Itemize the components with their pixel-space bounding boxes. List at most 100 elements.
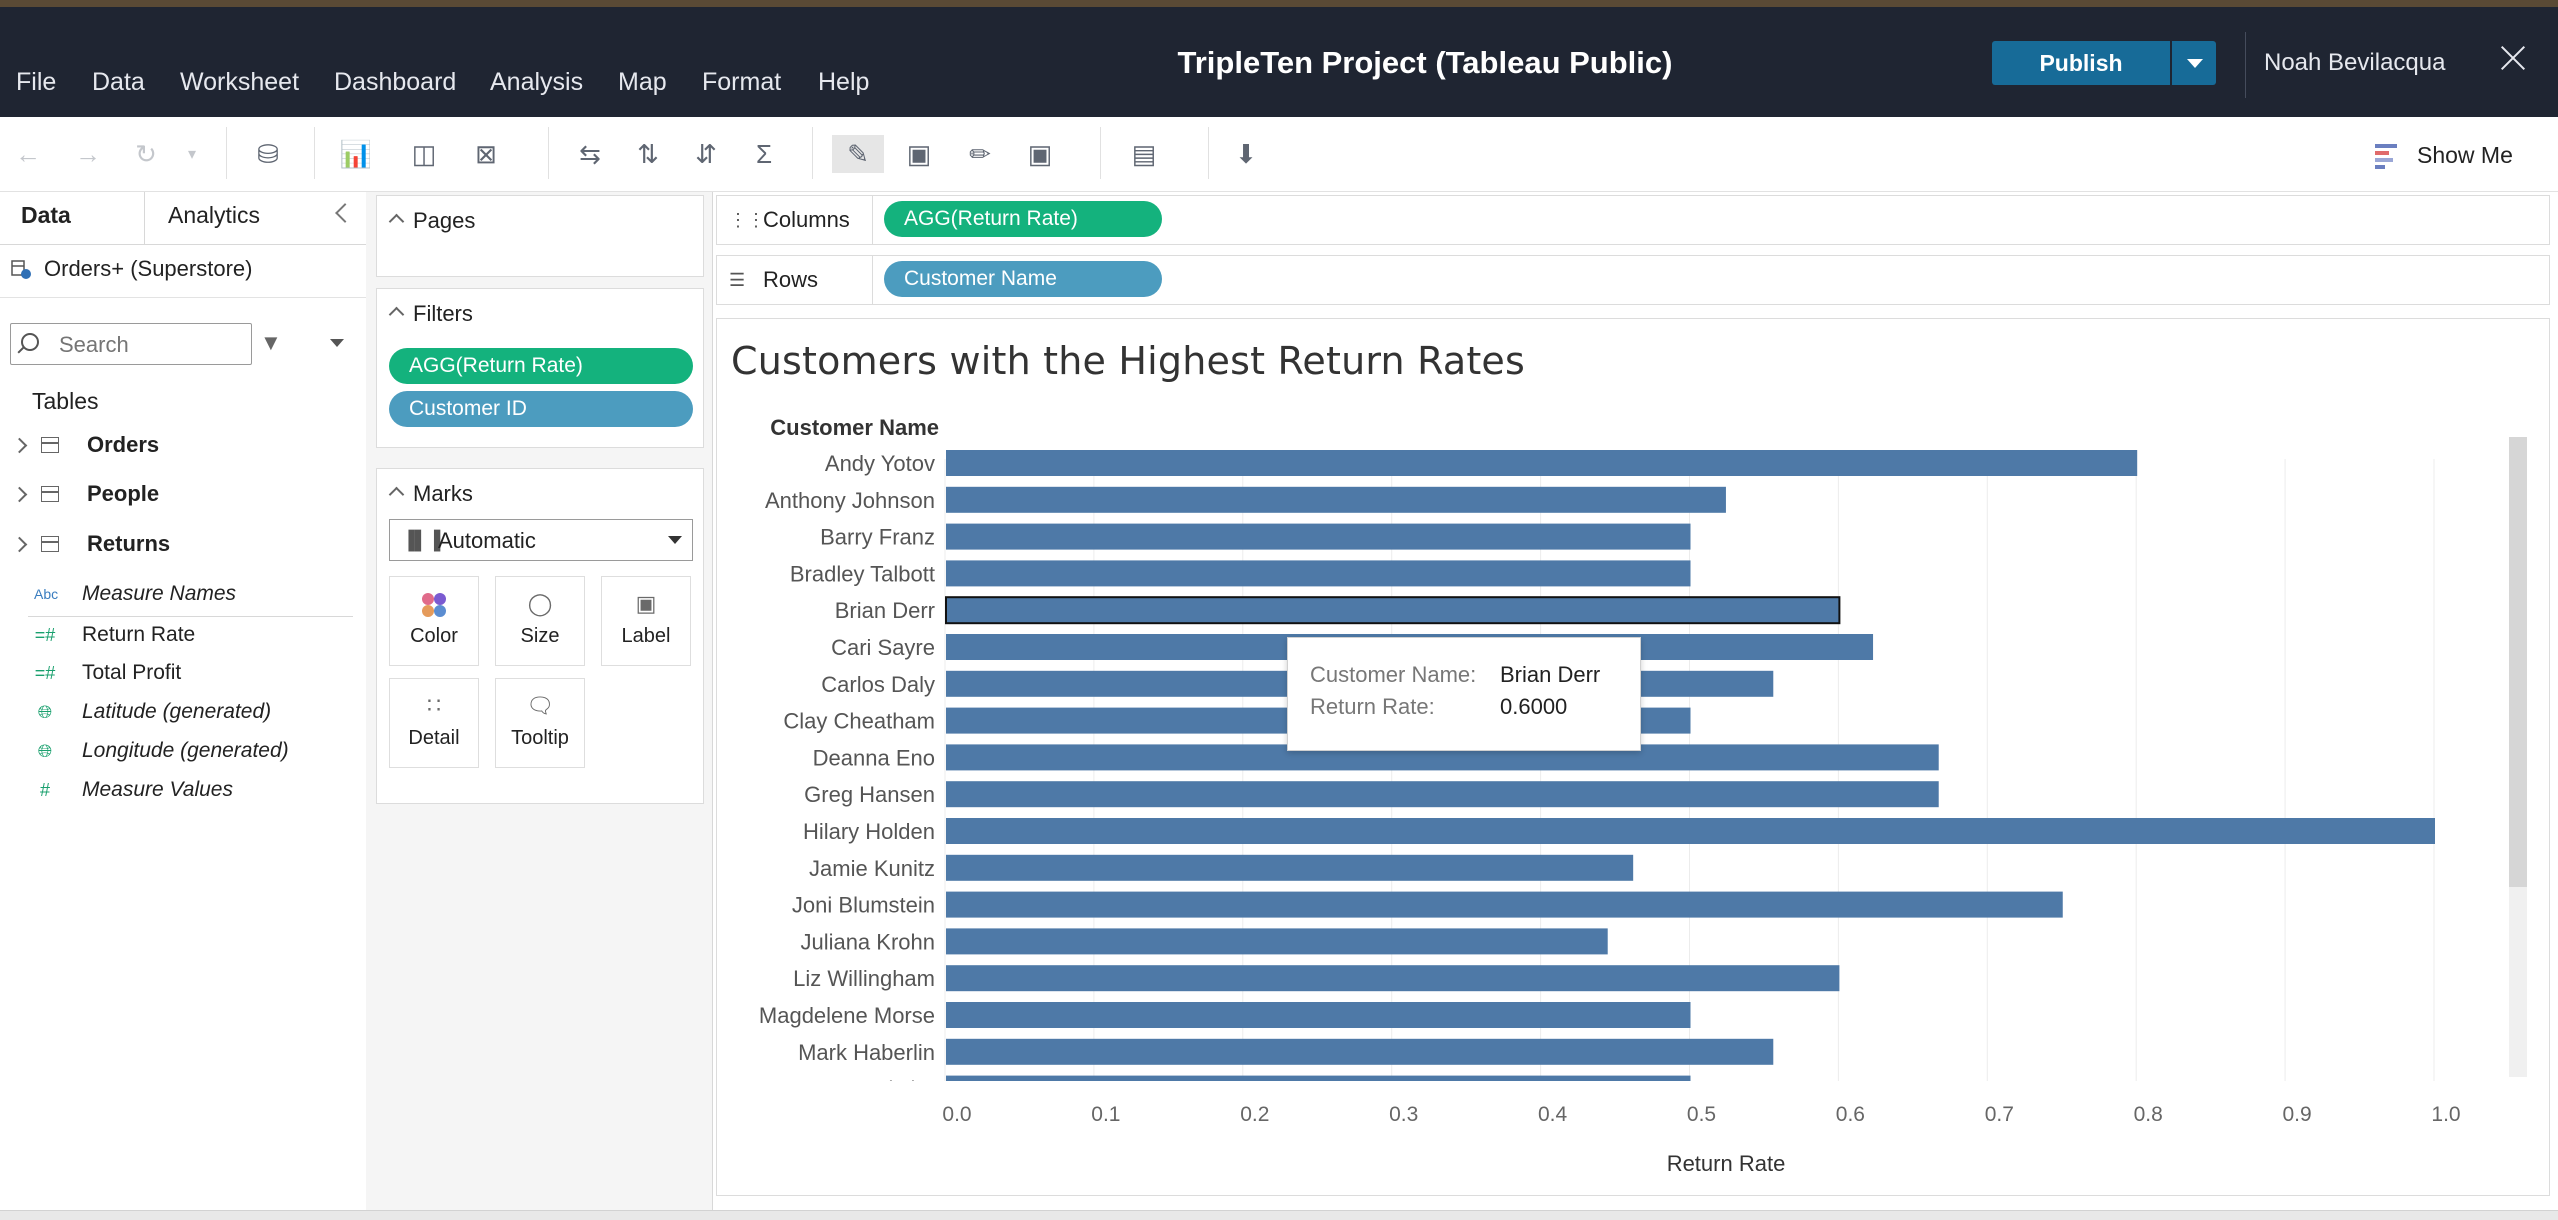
menu-item-analysis[interactable]: Analysis [490, 68, 583, 97]
replay-dropdown-icon[interactable]: ▾ [172, 135, 212, 173]
totals-icon[interactable]: Σ [744, 135, 784, 173]
category-label[interactable]: Andy Yotov [825, 451, 935, 476]
new-worksheet-icon[interactable]: 📊 [336, 135, 376, 173]
category-label[interactable]: Clay Cheatham [783, 709, 935, 734]
columns-pill-return-rate[interactable]: AGG(Return Rate) [884, 201, 1162, 237]
category-label[interactable]: Jamie Kunitz [809, 856, 935, 881]
category-label[interactable]: Carlos Daly [821, 672, 935, 697]
category-label[interactable]: Anthony Johnson [765, 488, 935, 513]
bar[interactable] [946, 560, 1691, 587]
category-label[interactable]: Greg Hansen [804, 782, 935, 807]
collapse-pane-icon[interactable] [335, 203, 355, 223]
category-label[interactable]: Liz Willingham [793, 966, 935, 991]
tab-analytics[interactable]: Analytics [168, 202, 260, 229]
filters-card[interactable]: Filters AGG(Return Rate) Customer ID [376, 288, 704, 448]
bar[interactable] [946, 854, 1634, 881]
highlight-icon[interactable]: ✎ [832, 135, 884, 173]
detail-button[interactable]: ∷ Detail [389, 678, 479, 768]
rows-pill-customer-name[interactable]: Customer Name [884, 261, 1162, 297]
field-measure-values[interactable]: # Measure Values [34, 778, 233, 802]
close-icon[interactable] [2496, 40, 2530, 74]
redo-icon[interactable]: → [68, 135, 108, 173]
swap-rows-columns-icon[interactable]: ⇆ [570, 135, 610, 173]
search-input[interactable] [59, 332, 239, 358]
publish-dropdown-icon[interactable] [2172, 41, 2216, 85]
field-longitude[interactable]: 🌐︎ Longitude (generated) [34, 739, 289, 763]
search-box[interactable] [10, 323, 252, 365]
category-label[interactable]: Magdelene Morse [759, 1003, 935, 1028]
vertical-scrollbar[interactable] [2509, 437, 2527, 887]
new-datasource-icon[interactable]: ⛁ [248, 135, 288, 173]
chevron-up-icon[interactable] [388, 486, 405, 503]
undo-icon[interactable]: ← [8, 135, 48, 173]
color-button[interactable]: Color [389, 576, 479, 666]
bar[interactable] [946, 781, 1939, 808]
category-label[interactable]: Maureen Fritzler [775, 1077, 935, 1102]
menu-item-data[interactable]: Data [92, 68, 145, 97]
replay-icon[interactable]: ↻ [126, 135, 166, 173]
sort-ascending-icon[interactable]: ⇅ [628, 135, 668, 173]
tooltip-button[interactable]: 🗨︎ Tooltip [495, 678, 585, 768]
menu-item-dashboard[interactable]: Dashboard [334, 68, 456, 97]
show-me-button[interactable]: Show Me [2375, 139, 2513, 171]
show-labels-icon[interactable]: ▣ [899, 135, 939, 173]
bar[interactable] [946, 965, 1840, 992]
bar[interactable] [946, 1075, 1691, 1102]
category-label[interactable]: Barry Franz [820, 525, 935, 550]
bar[interactable] [946, 818, 2435, 844]
category-label[interactable]: Brian Derr [835, 598, 935, 623]
menu-item-map[interactable]: Map [618, 68, 667, 97]
clear-sheet-icon[interactable]: ⊠ [466, 135, 506, 173]
menu-item-help[interactable]: Help [818, 68, 869, 97]
pages-card[interactable]: Pages [376, 195, 704, 277]
table-item-returns[interactable]: Returns [11, 531, 170, 557]
category-label[interactable]: Deanna Eno [813, 745, 935, 770]
filter-pill-customer-id[interactable]: Customer ID [389, 391, 693, 427]
mark-type-select[interactable]: ▐▌▐ Automatic [389, 519, 693, 561]
bar[interactable] [946, 1038, 1774, 1065]
category-label[interactable]: Joni Blumstein [792, 893, 935, 918]
publish-button[interactable]: Publish [1992, 41, 2170, 85]
bar[interactable] [946, 523, 1691, 550]
chevron-up-icon[interactable] [388, 213, 405, 230]
field-latitude[interactable]: 🌐︎ Latitude (generated) [34, 700, 271, 724]
chevron-up-icon[interactable] [388, 306, 405, 323]
bar[interactable] [946, 486, 1726, 513]
category-label[interactable]: Cari Sayre [831, 635, 935, 660]
filter-pill-return-rate[interactable]: AGG(Return Rate) [389, 348, 693, 384]
menu-item-file[interactable]: File [16, 68, 56, 97]
columns-shelf[interactable]: ⋮⋮ Columns AGG(Return Rate) [716, 195, 2550, 245]
rows-shelf[interactable]: ☰ Rows Customer Name [716, 255, 2550, 305]
filter-icon[interactable]: ▼︎ [260, 330, 282, 356]
download-icon[interactable]: ⬇ [1226, 135, 1266, 173]
category-label[interactable]: Mark Haberlin [798, 1040, 935, 1065]
category-label[interactable]: Bradley Talbott [790, 561, 935, 586]
table-item-people[interactable]: People [11, 481, 159, 507]
sort-descending-icon[interactable]: ⇵ [686, 135, 726, 173]
size-button[interactable]: ◯ Size [495, 576, 585, 666]
user-name[interactable]: Noah Bevilacqua [2264, 49, 2445, 77]
bar[interactable] [946, 891, 2063, 918]
bar[interactable] [946, 450, 2138, 476]
label-button[interactable]: ▣ Label [601, 576, 691, 666]
category-label[interactable]: Hilary Holden [803, 819, 935, 844]
fit-icon[interactable]: ▣ [1020, 135, 1060, 173]
bar[interactable] [946, 928, 1608, 955]
datasource-item[interactable]: Orders+ (Superstore) [10, 256, 252, 282]
show-cards-icon[interactable]: ▤ [1124, 135, 1164, 173]
bar[interactable] [945, 596, 1841, 625]
menu-item-format[interactable]: Format [702, 68, 781, 97]
category-label[interactable]: Juliana Krohn [800, 929, 935, 954]
duplicate-sheet-icon[interactable]: ◫ [404, 135, 444, 173]
field-total-profit[interactable]: =# Total Profit [34, 661, 181, 685]
x-tick-label: 0.9 [2282, 1103, 2311, 1126]
field-measure-names[interactable]: Abc Measure Names [34, 582, 236, 606]
datasource-label: Orders+ (Superstore) [44, 256, 253, 281]
bar[interactable] [946, 1002, 1691, 1028]
field-return-rate[interactable]: =# Return Rate [34, 623, 196, 647]
tab-data[interactable]: Data [21, 202, 71, 229]
pane-menu-dropdown-icon[interactable] [330, 339, 344, 347]
annotate-icon[interactable]: ✏ [960, 135, 1000, 173]
table-item-orders[interactable]: Orders [11, 432, 159, 458]
menu-item-worksheet[interactable]: Worksheet [180, 68, 299, 97]
